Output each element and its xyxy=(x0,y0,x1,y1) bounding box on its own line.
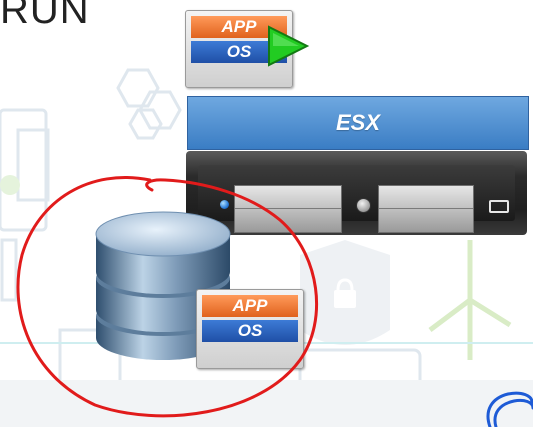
server-power-button-icon xyxy=(356,198,371,213)
run-title: RUN xyxy=(0,0,90,32)
play-icon xyxy=(268,25,310,67)
server-drive-right xyxy=(378,185,474,233)
server-slot-icon xyxy=(489,200,509,213)
esx-hypervisor-bar: ESX xyxy=(187,96,529,150)
red-circle-annotation xyxy=(16,175,319,418)
blue-scribble-annotation xyxy=(486,391,533,427)
